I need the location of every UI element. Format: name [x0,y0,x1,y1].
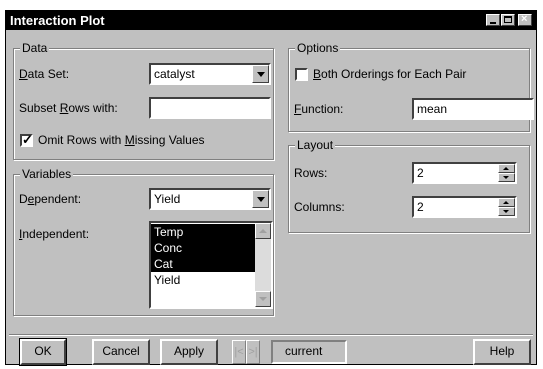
rows-value: 2 [417,166,424,180]
chevron-down-icon[interactable] [252,65,269,83]
variables-group: Variables Dependent: Yield Independent: … [13,167,274,316]
title-bar[interactable]: Interaction Plot × [6,11,536,30]
omit-missing-label: Omit Rows with Missing Values [38,133,205,147]
list-item[interactable]: Temp [151,224,255,240]
data-set-label: Data Set: [19,67,70,81]
variables-group-title: Variables [20,167,74,181]
apply-button[interactable]: Apply [160,339,218,365]
next-icon[interactable]: >| [246,340,260,364]
layout-group: Layout Rows: 2 Columns: 2 [288,138,530,233]
function-label: Function: [294,102,344,116]
data-set-combo[interactable]: catalyst [149,63,271,85]
data-group: Data Data Set: catalyst Subset Rows with… [13,41,274,160]
listbox-scrollbar[interactable] [255,223,271,307]
both-orderings-label: Both Orderings for Each Pair [313,67,467,81]
chevron-down-icon[interactable] [252,190,269,208]
omit-missing-checkbox[interactable]: ✓ [20,132,33,147]
maximize-button[interactable] [501,14,515,26]
window-title: Interaction Plot [10,13,105,28]
interaction-plot-dialog: Interaction Plot × Data Data Set: cataly… [5,10,537,366]
list-item[interactable]: Yield [151,272,255,288]
scroll-up-icon[interactable] [255,223,271,239]
subset-rows-label: Subset Rows with: [19,101,118,115]
button-bar-divider [9,334,533,336]
check-icon: ✓ [22,132,33,147]
spin-up-icon[interactable] [498,164,515,173]
list-item[interactable]: Conc [151,240,255,256]
spin-down-icon[interactable] [498,173,515,182]
scroll-down-icon[interactable] [255,291,271,307]
list-item[interactable]: Cat [151,256,255,272]
rows-spinner[interactable]: 2 [412,162,517,184]
columns-label: Columns: [294,200,345,214]
spin-up-icon[interactable] [498,198,515,207]
previous-icon[interactable]: |< [232,340,246,364]
help-button[interactable]: Help [473,339,531,365]
dependent-label: Dependent: [19,192,82,206]
minimize-icon [490,22,496,24]
options-group-title: Options [295,41,341,55]
ok-button[interactable]: OK [19,338,67,366]
subset-rows-input[interactable] [149,97,271,119]
current-indicator[interactable]: current [271,340,347,364]
layout-group-title: Layout [295,138,336,152]
columns-spinner[interactable]: 2 [412,196,517,218]
function-input[interactable]: mean [412,98,534,120]
data-set-value: catalyst [154,67,195,81]
spin-down-icon[interactable] [498,207,515,216]
both-orderings-checkbox[interactable] [295,68,308,81]
minimize-button[interactable] [486,14,500,26]
options-group: Options Both Orderings for Each Pair Fun… [288,41,534,132]
maximize-icon [504,16,512,23]
close-icon: × [521,13,528,25]
columns-value: 2 [417,200,424,214]
data-group-title: Data [20,41,50,55]
close-button[interactable]: × [518,13,532,26]
dependent-value: Yield [154,192,181,206]
rows-label: Rows: [294,166,328,180]
independent-label: Independent: [19,227,90,241]
dependent-combo[interactable]: Yield [149,188,271,210]
independent-listbox[interactable]: Temp Conc Cat Yield [149,221,273,309]
cancel-button[interactable]: Cancel [92,339,150,365]
